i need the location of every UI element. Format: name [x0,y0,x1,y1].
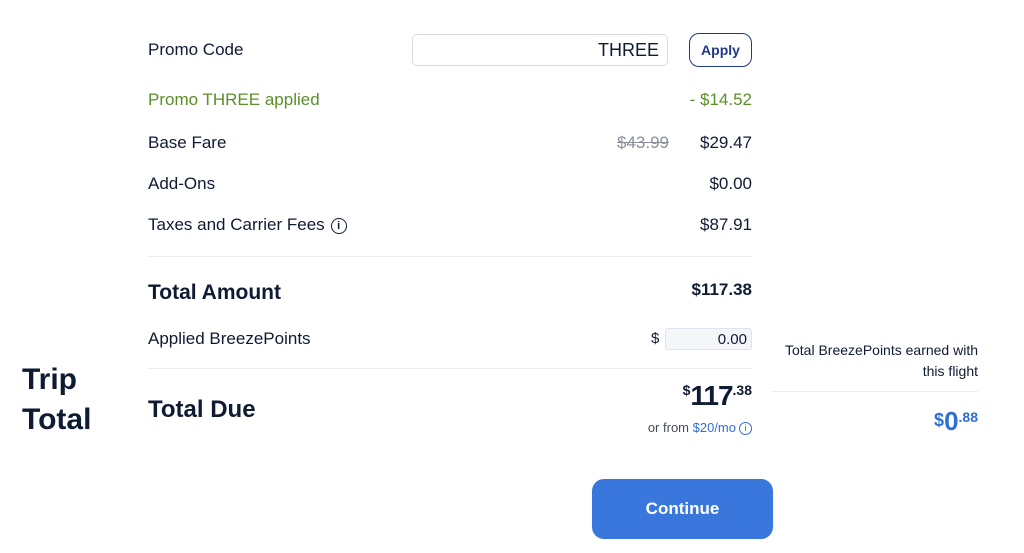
total-amount-value: $117.38 [691,280,752,299]
financing-info-icon[interactable]: i [739,422,752,436]
applied-breezepoints-label: Applied BreezePoints [148,329,311,348]
base-fare-label: Base Fare [148,133,227,152]
addons-label: Add-Ons [148,174,216,193]
trip-total-line1: Trip [22,363,78,396]
divider [148,368,752,369]
promo-code-label: Promo Code [148,40,244,59]
trip-total-line2: Total [22,403,92,436]
taxes-row: Taxes and Carrier Fees i [148,215,347,235]
base-fare-original: $43.99 [617,133,669,152]
total-due-cents: .38 [732,382,752,398]
apply-button[interactable]: Apply [689,33,752,67]
addons-value: $0.00 [709,174,752,193]
breezepoints-currency: $ [651,330,660,347]
trip-total-heading: Trip Total [22,360,91,440]
continue-button[interactable]: Continue [592,479,773,539]
earned-symbol: $ [934,410,945,430]
earned-cents: .88 [958,409,978,425]
total-due-main: 117 [690,380,733,411]
earned-main: 0 [944,406,959,436]
info-icon[interactable]: i [330,217,347,234]
total-due-price: $117.38 [683,380,752,412]
breezepoints-input[interactable] [665,328,752,350]
taxes-value: $87.91 [700,215,752,234]
financing-prefix: or from [647,420,689,435]
financing-link[interactable]: $20/mo [693,420,736,435]
total-due-symbol: $ [682,382,691,398]
promo-discount-value: - $14.52 [689,90,752,109]
promo-applied-text: Promo THREE applied [148,90,320,109]
base-fare-value: $29.47 [700,133,752,152]
total-amount-label: Total Amount [148,281,281,304]
divider [148,256,752,257]
total-due-label: Total Due [148,396,256,423]
earned-points-text: Total BreezePoints earned with this flig… [785,342,978,379]
financing-note: or from $20/mo i [647,420,752,436]
earned-points-amount: $0.88 [880,406,978,437]
divider [772,391,978,392]
promo-code-input[interactable] [412,34,668,66]
taxes-label: Taxes and Carrier Fees [148,215,325,234]
